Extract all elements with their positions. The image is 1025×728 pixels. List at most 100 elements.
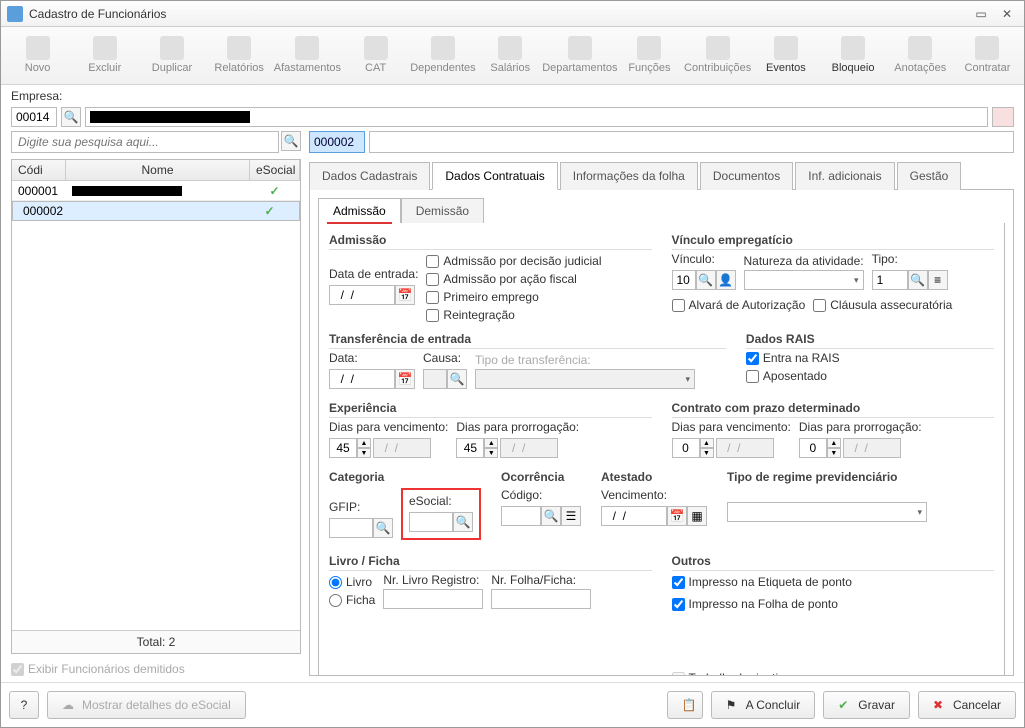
toolbar-contribuicoes[interactable]: Contribuições: [684, 29, 751, 83]
cancelar-button[interactable]: ✖Cancelar: [918, 691, 1016, 719]
table-row[interactable]: 000001✓: [12, 181, 300, 201]
employee-code-input[interactable]: [309, 131, 365, 153]
contr-dias-venc[interactable]: [672, 438, 700, 458]
chk-aposentado[interactable]: [746, 370, 759, 383]
chk-entra-rais[interactable]: [746, 352, 759, 365]
tipo-lookup[interactable]: 🔍: [908, 270, 928, 290]
atestado-extra[interactable]: ▦: [687, 506, 707, 526]
x-icon: ✖: [933, 698, 947, 712]
spin-up[interactable]: ▲: [357, 438, 371, 448]
toolbar-excluir[interactable]: Excluir: [72, 29, 137, 83]
subtab-1[interactable]: Demissão: [401, 198, 484, 223]
gravar-button[interactable]: ✔Gravar: [823, 691, 910, 719]
subtab-0[interactable]: Admissão: [318, 198, 401, 223]
toolbar-bloqueio[interactable]: Bloqueio: [820, 29, 885, 83]
gfip-lookup[interactable]: 🔍: [373, 518, 393, 538]
ocorr-lookup[interactable]: 🔍: [541, 506, 561, 526]
ocorr-codigo[interactable]: [501, 506, 541, 526]
chk-reintegracao[interactable]: [426, 309, 439, 322]
calendar-icon[interactable]: 📅: [395, 369, 415, 389]
causa-lookup[interactable]: 🔍: [447, 369, 467, 389]
tab-5[interactable]: Gestão: [897, 162, 962, 190]
calendar-icon[interactable]: 📅: [667, 506, 687, 526]
nr-folha-input[interactable]: [491, 589, 591, 609]
table-row[interactable]: 000002✓: [12, 201, 300, 221]
chk-primeiro-emprego[interactable]: [426, 291, 439, 304]
spin-down[interactable]: ▼: [357, 448, 371, 458]
vinculo-input[interactable]: [672, 270, 696, 290]
chk-etiqueta[interactable]: [672, 576, 685, 589]
group-contrato: Contrato com prazo determinado: [672, 401, 995, 418]
tab-0[interactable]: Dados Cadastrais: [309, 162, 430, 190]
toolbar-eventos[interactable]: Eventos: [753, 29, 818, 83]
data-entrada-input[interactable]: [329, 285, 395, 305]
transf-data-input[interactable]: [329, 369, 395, 389]
regime-select[interactable]: ▾: [727, 502, 927, 522]
calendar-button[interactable]: [992, 107, 1014, 127]
esocial-lookup[interactable]: 🔍: [453, 512, 473, 532]
atestado-venc[interactable]: [601, 506, 667, 526]
exibir-demitidos-checkbox[interactable]: [11, 663, 24, 676]
tab-2[interactable]: Informações da folha: [560, 162, 698, 190]
empresa-row: Empresa:: [1, 85, 1024, 107]
contr-dias-prorr[interactable]: [799, 438, 827, 458]
help-button[interactable]: ?: [9, 691, 39, 719]
toolbar-salarios[interactable]: Salários: [478, 29, 543, 83]
tab-1[interactable]: Dados Contratuais: [432, 162, 557, 190]
chk-clausula[interactable]: [813, 299, 826, 312]
chk-inativo: [672, 672, 685, 677]
tab-4[interactable]: Inf. adicionais: [795, 162, 894, 190]
close-button[interactable]: ✕: [996, 6, 1018, 22]
tipo-extra-icon[interactable]: ≡: [928, 270, 948, 290]
exp-dias-venc[interactable]: [329, 438, 357, 458]
cat-icon: [364, 36, 388, 60]
toolbar-dependentes[interactable]: Dependentes: [410, 29, 475, 83]
calendar-icon[interactable]: 📅: [395, 285, 415, 305]
toolbar-departamentos[interactable]: Departamentos: [545, 29, 615, 83]
chk-folha-ponto[interactable]: [672, 598, 685, 611]
empresa-lookup-button[interactable]: 🔍: [61, 107, 81, 127]
gfip-input[interactable]: [329, 518, 373, 538]
vinculo-lookup[interactable]: 🔍: [696, 270, 716, 290]
col-nome[interactable]: Nome: [66, 160, 250, 180]
ocorr-list-icon[interactable]: ☰: [561, 506, 581, 526]
vinculo-add-icon[interactable]: 👤: [716, 270, 736, 290]
search-button[interactable]: 🔍: [281, 131, 301, 151]
col-codi[interactable]: Códi: [12, 160, 66, 180]
exibir-demitidos-label: Exibir Funcionários demitidos: [28, 662, 185, 676]
tipo-input[interactable]: [872, 270, 908, 290]
toolbar-afastamentos[interactable]: Afastamentos: [274, 29, 341, 83]
group-ocorrencia: Ocorrência: [501, 470, 581, 486]
relatorios-icon: [227, 36, 251, 60]
toolbar-cat[interactable]: CAT: [343, 29, 408, 83]
copy-button[interactable]: 📋: [667, 691, 703, 719]
group-transferencia: Transferência de entrada: [329, 332, 726, 349]
exp-venc-date: [373, 438, 431, 458]
toolbar-relatorios[interactable]: Relatórios: [207, 29, 272, 83]
nr-livro-input[interactable]: [383, 589, 483, 609]
search-input[interactable]: [11, 131, 279, 153]
esocial-input[interactable]: [409, 512, 453, 532]
tab-3[interactable]: Documentos: [700, 162, 793, 190]
natureza-select[interactable]: ▾: [744, 270, 864, 290]
chk-decisao-judicial[interactable]: [426, 255, 439, 268]
chk-alvara[interactable]: [672, 299, 685, 312]
toolbar-funcoes[interactable]: Funções: [617, 29, 682, 83]
departamentos-icon: [568, 36, 592, 60]
minimize-button[interactable]: ▭: [970, 6, 992, 22]
employee-name-input[interactable]: [369, 131, 1014, 153]
esocial-details-button[interactable]: ☁Mostrar detalhes do eSocial: [47, 691, 246, 719]
empresa-code-input[interactable]: [11, 107, 57, 127]
toolbar-anotacoes[interactable]: Anotações: [888, 29, 953, 83]
contribuicoes-icon: [706, 36, 730, 60]
col-esocial[interactable]: eSocial: [250, 160, 300, 180]
toolbar-contratar[interactable]: Contratar: [955, 29, 1020, 83]
chk-acao-fiscal[interactable]: [426, 273, 439, 286]
toolbar-novo[interactable]: Novo: [5, 29, 70, 83]
employee-grid: Códi Nome eSocial 000001✓000002✓ Total: …: [11, 159, 301, 654]
concluir-button[interactable]: ⚑A Concluir: [711, 691, 816, 719]
radio-ficha[interactable]: [329, 594, 342, 607]
radio-livro[interactable]: [329, 576, 342, 589]
exp-dias-prorr[interactable]: [456, 438, 484, 458]
toolbar-duplicar[interactable]: Duplicar: [139, 29, 204, 83]
